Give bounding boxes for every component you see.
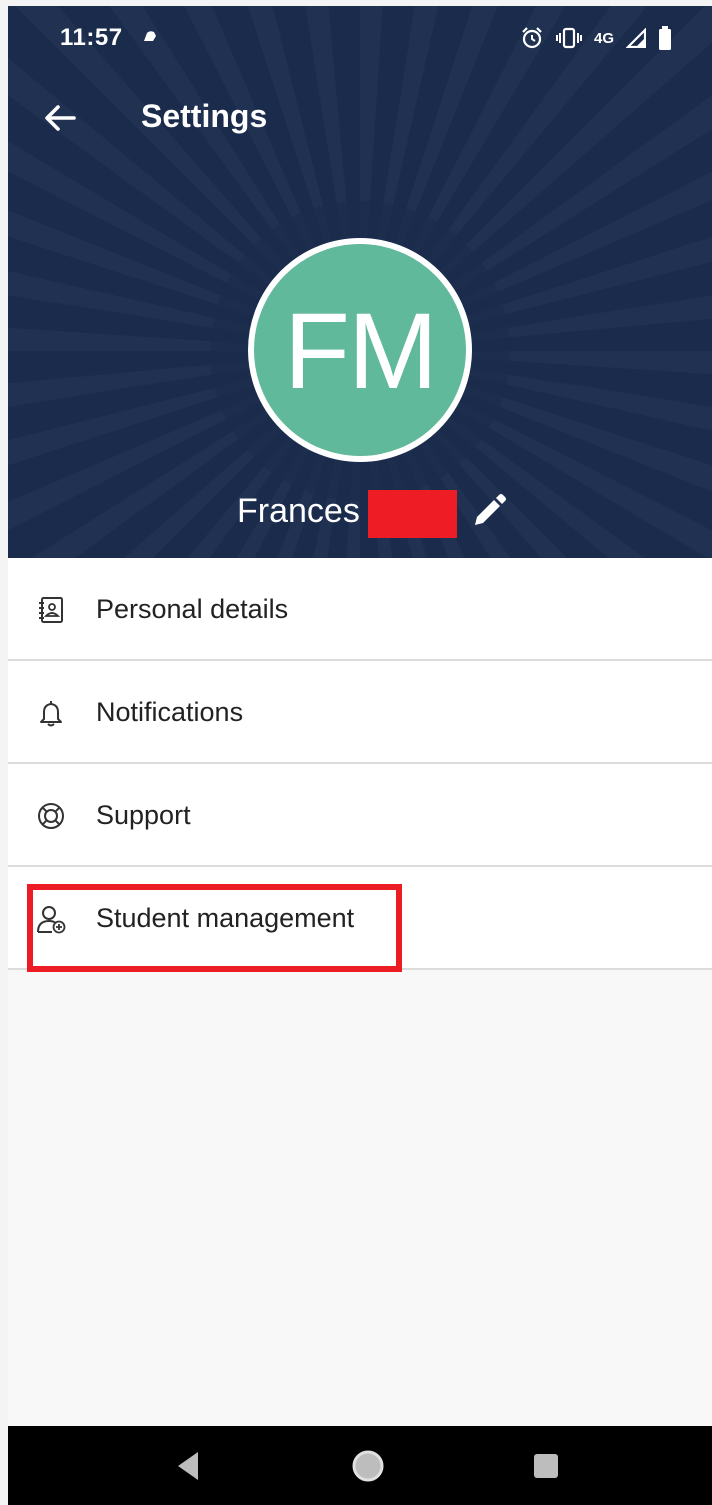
menu-item-student-management[interactable]: Student management [8, 867, 712, 970]
menu-item-label: Support [96, 800, 191, 830]
page-title: Settings [141, 98, 268, 134]
add-user-icon [37, 906, 66, 934]
status-icons: 4G [520, 22, 672, 54]
contact-card-icon [39, 597, 63, 623]
menu-item-label: Notifications [96, 697, 244, 727]
status-bar: 11:57 4G [8, 6, 712, 68]
toolbar: Settings [8, 68, 712, 164]
network-type: 4G [593, 29, 614, 47]
menu-item-personal-details[interactable]: Personal details [8, 558, 712, 661]
notification-icon [144, 31, 156, 41]
profile-header: 11:57 4G Settings FM Frances [8, 6, 712, 558]
lifebuoy-icon [38, 803, 64, 829]
arrow-left-icon[interactable] [36, 94, 84, 142]
menu-item-label: Student management [96, 903, 355, 933]
signal-icon [626, 28, 646, 48]
avatar: FM [248, 238, 472, 462]
menu-item-support[interactable]: Support [8, 764, 712, 867]
settings-menu: Personal details Notifications Support S… [8, 558, 712, 970]
nav-recents-icon[interactable] [524, 1444, 568, 1488]
menu-item-label: Personal details [96, 594, 289, 624]
alarm-icon [522, 27, 542, 49]
nav-back-icon[interactable] [168, 1444, 212, 1488]
user-first-name: Frances [237, 492, 360, 530]
avatar-initials: FM [284, 289, 438, 411]
redaction-block [368, 490, 457, 538]
status-time: 11:57 [60, 24, 123, 51]
bell-icon [40, 701, 62, 727]
phone-screen: 11:57 4G Settings FM Frances Personal de… [8, 6, 712, 1505]
pencil-icon[interactable] [466, 490, 510, 534]
system-nav-bar [8, 1426, 712, 1505]
vibrate-icon [555, 27, 582, 49]
nav-home-icon[interactable] [346, 1444, 390, 1488]
battery-icon [659, 26, 671, 50]
menu-item-notifications[interactable]: Notifications [8, 661, 712, 764]
user-name-row: Frances [8, 484, 712, 540]
